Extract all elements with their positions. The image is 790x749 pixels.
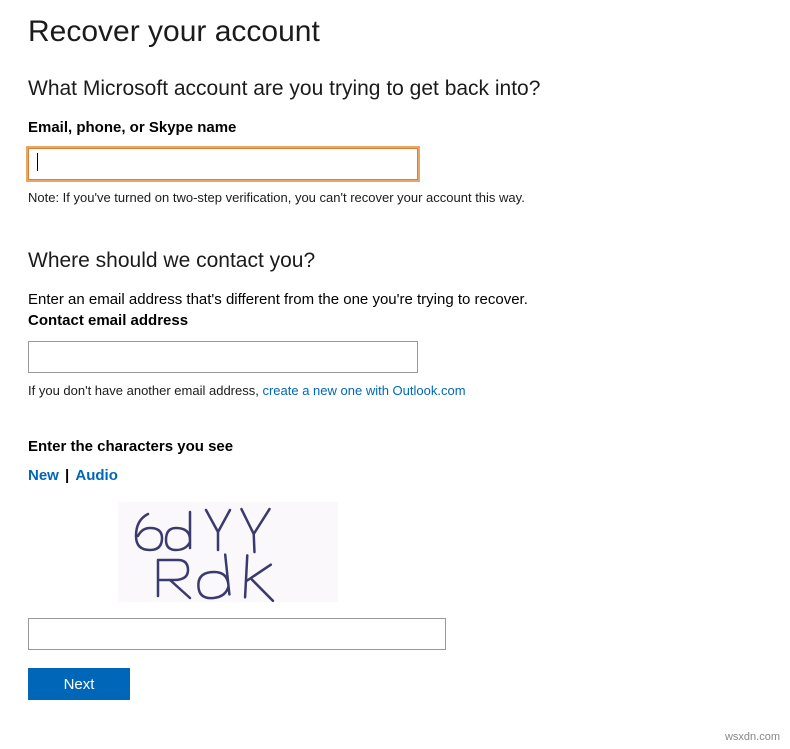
two-step-note: Note: If you've turned on two-step verif… — [28, 190, 762, 205]
text-cursor — [37, 153, 38, 171]
page-title: Recover your account — [28, 15, 762, 49]
contact-email-input[interactable] — [28, 341, 418, 373]
captcha-image — [118, 502, 338, 602]
contact-section: Where should we contact you? Enter an em… — [28, 249, 762, 398]
account-input[interactable] — [28, 148, 418, 180]
account-section: What Microsoft account are you trying to… — [28, 77, 762, 205]
contact-field-label: Contact email address — [28, 312, 762, 329]
watermark: wsxdn.com — [725, 731, 780, 743]
outlook-link-prefix: If you don't have another email address, — [28, 383, 262, 398]
outlook-link-row: If you don't have another email address,… — [28, 383, 762, 398]
captcha-separator: | — [65, 467, 69, 484]
contact-instruction: Enter an email address that's different … — [28, 291, 762, 308]
account-heading: What Microsoft account are you trying to… — [28, 77, 762, 101]
create-outlook-link[interactable]: create a new one with Outlook.com — [262, 383, 465, 398]
captcha-section: Enter the characters you see New | Audio — [28, 438, 762, 650]
captcha-new-link[interactable]: New — [28, 467, 59, 484]
captcha-audio-link[interactable]: Audio — [75, 467, 118, 484]
captcha-label: Enter the characters you see — [28, 438, 762, 455]
captcha-links-row: New | Audio — [28, 467, 762, 484]
contact-heading: Where should we contact you? — [28, 249, 762, 273]
next-button[interactable]: Next — [28, 668, 130, 700]
account-field-label: Email, phone, or Skype name — [28, 119, 762, 136]
captcha-input[interactable] — [28, 618, 446, 650]
